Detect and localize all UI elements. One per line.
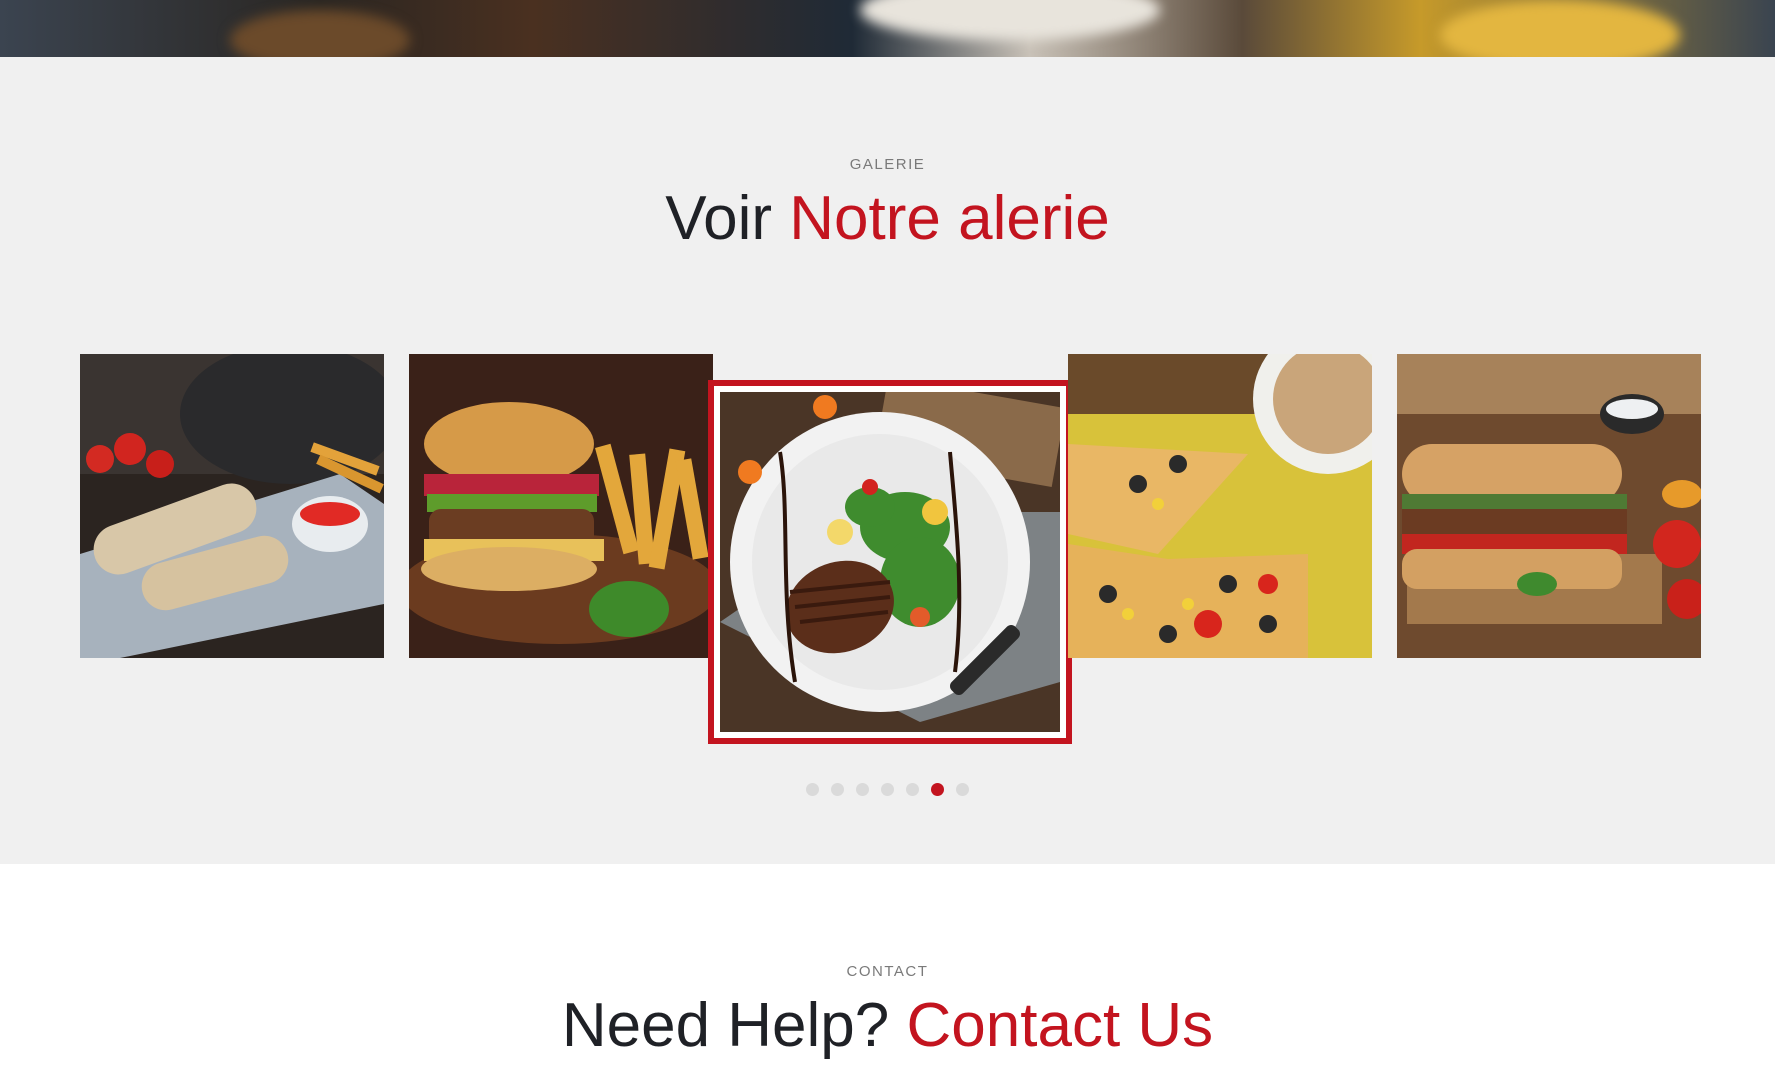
gallery-slide-pizza[interactable] — [1068, 354, 1372, 658]
wrap-photo — [80, 354, 384, 658]
gallery-slide-sandwich[interactable] — [1397, 354, 1701, 658]
contact-title: Need Help? Contact Us — [0, 990, 1775, 1061]
pizza-photo — [1068, 354, 1372, 658]
gallery-dot-4[interactable] — [881, 783, 894, 796]
gallery-slide-wrap[interactable] — [80, 354, 384, 658]
sandwich-photo — [1397, 354, 1701, 658]
steak-salad-photo — [720, 392, 1060, 732]
contact-eyebrow: CONTACT — [846, 963, 929, 980]
contact-title-plain: Need Help? — [561, 991, 907, 1060]
contact-title-accent: Contact Us — [906, 991, 1214, 1060]
gallery-dot-3[interactable] — [856, 783, 869, 796]
hero-image-strip — [0, 0, 1775, 57]
gallery-title-plain: Voir — [665, 184, 790, 253]
gallery-dot-1[interactable] — [806, 783, 819, 796]
gallery-dot-2[interactable] — [831, 783, 844, 796]
gallery-dot-5[interactable] — [906, 783, 919, 796]
gallery-slide-burger[interactable] — [409, 354, 713, 658]
gallery-section: GALERIE Voir Notre alerie — [0, 57, 1775, 864]
gallery-pagination — [0, 783, 1775, 801]
gallery-dot-7[interactable] — [956, 783, 969, 796]
burger-photo — [409, 354, 713, 658]
gallery-title-accent: Notre alerie — [789, 184, 1110, 253]
gallery-title: Voir Notre alerie — [0, 183, 1775, 254]
gallery-eyebrow: GALERIE — [849, 156, 926, 173]
steak-salad-photo-wrap — [720, 392, 1060, 732]
gallery-slide-steak-salad-active[interactable] — [708, 380, 1072, 744]
gallery-dot-6-active[interactable] — [931, 783, 944, 796]
contact-section: CONTACT Need Help? Contact Us — [0, 864, 1775, 1085]
